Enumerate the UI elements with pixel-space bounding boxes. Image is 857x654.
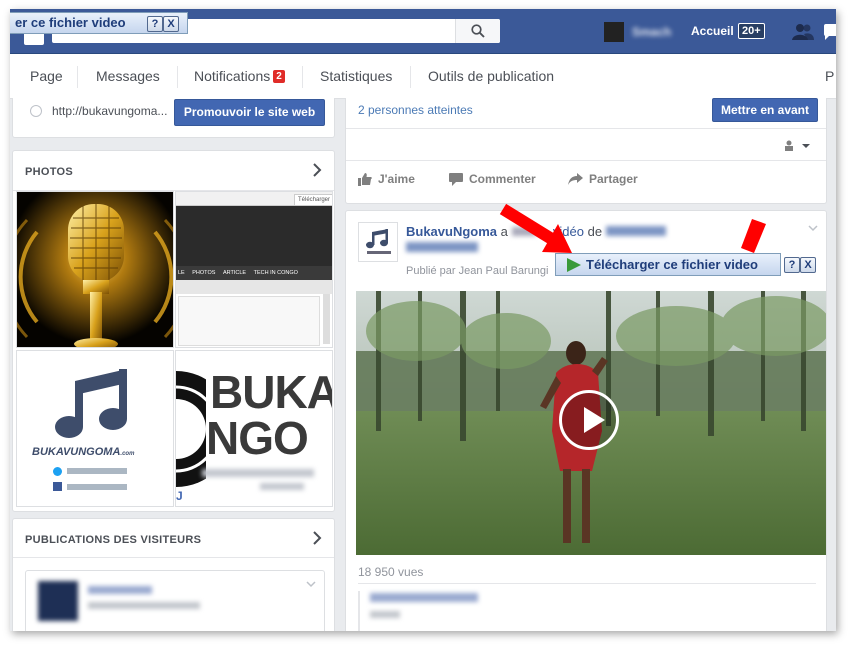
red-arrow-icon [499,203,572,253]
annotation-arrows [499,203,766,253]
red-marker-icon [741,219,766,253]
